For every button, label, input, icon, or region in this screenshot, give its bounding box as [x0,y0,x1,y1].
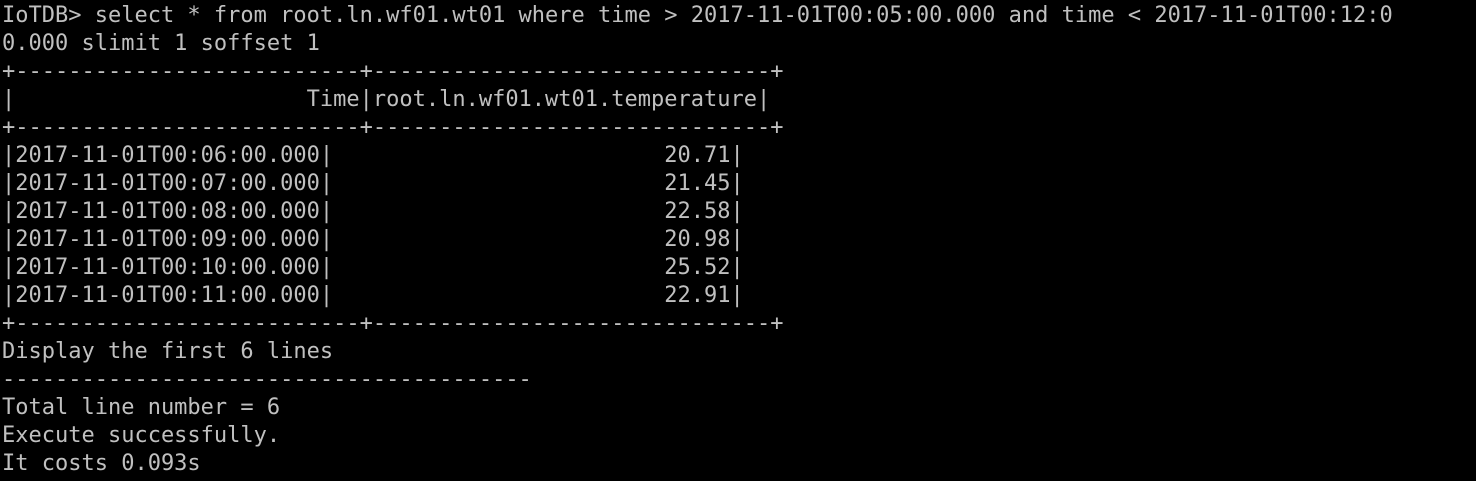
total-line-count: Total line number = 6 [2,395,281,420]
command-line-continuation: 0.000 slimit 1 soffset 1 [2,31,320,56]
table-header: | Time|root.ln.wf01.wt01.temperature| [2,87,771,112]
table-row: |2017-11-01T00:07:00.000| 21.45| [2,171,744,196]
table-header-border: +--------------------------+------------… [2,115,784,140]
command-line: IoTDB> select * from root.ln.wf01.wt01 w… [2,3,1393,28]
execution-status: Execute successfully. [2,423,281,448]
separator-line: ---------------------------------------- [2,367,532,392]
execution-cost: It costs 0.093s [2,451,201,476]
table-bottom-border: +--------------------------+------------… [2,311,784,336]
table-row: |2017-11-01T00:10:00.000| 25.52| [2,255,744,280]
table-top-border: +--------------------------+------------… [2,59,784,84]
table-row: |2017-11-01T00:09:00.000| 20.98| [2,227,744,252]
display-message: Display the first 6 lines [2,339,334,364]
table-row: |2017-11-01T00:11:00.000| 22.91| [2,283,744,308]
terminal-window[interactable]: IoTDB> select * from root.ln.wf01.wt01 w… [0,0,1476,481]
table-row: |2017-11-01T00:06:00.000| 20.71| [2,143,744,168]
table-row: |2017-11-01T00:08:00.000| 22.58| [2,199,744,224]
